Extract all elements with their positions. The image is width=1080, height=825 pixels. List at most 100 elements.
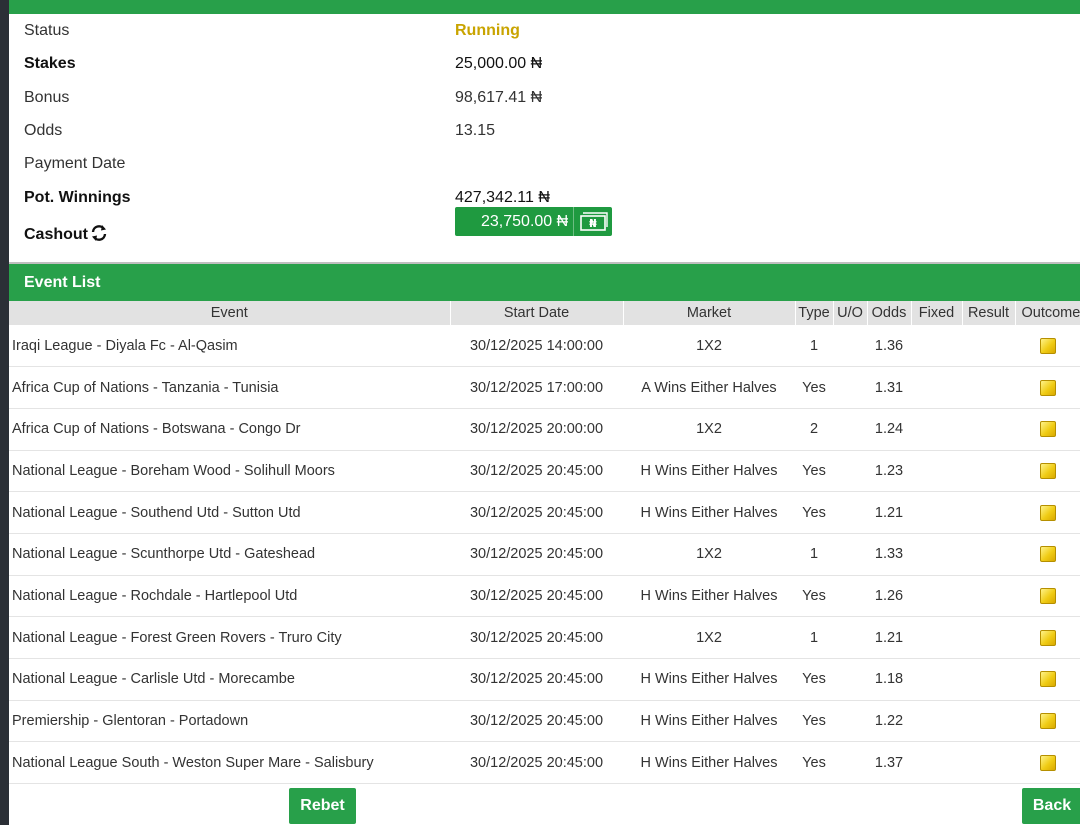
cell-market: H Wins Either Halves: [623, 575, 795, 618]
cell-uo: [833, 325, 867, 368]
pending-outcome-icon: [1039, 588, 1056, 605]
cell-type: Yes: [795, 700, 833, 743]
cell-fixed: [911, 575, 962, 618]
event-row: Africa Cup of Nations - Tanzania - Tunis…: [9, 366, 1080, 409]
event-row: Africa Cup of Nations - Botswana - Congo…: [9, 408, 1080, 451]
cell-market: H Wins Either Halves: [623, 450, 795, 493]
cell-market: A Wins Either Halves: [623, 366, 795, 409]
cell-market: 1X2: [623, 533, 795, 576]
cell-fixed: [911, 533, 962, 576]
event-row: Premiership - Glentoran - Portadown 30/12…: [9, 700, 1080, 743]
cell-result: [962, 366, 1015, 409]
cell-start-date: 30/12/2025 20:45:00: [450, 658, 623, 701]
cell-event-name: National League - Rochdale - Hartlepool …: [9, 575, 450, 618]
cell-result: [962, 575, 1015, 618]
payment-date-row: Payment Date: [9, 147, 1080, 181]
cell-start-date: 30/12/2025 20:45:00: [450, 616, 623, 659]
cell-fixed: [911, 616, 962, 659]
stakes-value: 25,000.00 ₦: [455, 55, 543, 72]
cell-event-name: Iraqi League - Diyala Fc - Al-Qasim: [9, 325, 450, 368]
cashout-button-divider: [573, 207, 574, 236]
col-header-uo: U/O: [833, 301, 868, 325]
col-header-result: Result: [962, 301, 1016, 325]
status-row: Status Running: [9, 14, 1080, 48]
cell-result: [962, 658, 1015, 701]
cell-fixed: [911, 325, 962, 368]
cell-outcome: [1015, 658, 1080, 701]
cell-uo: [833, 700, 867, 743]
cell-result: [962, 741, 1015, 785]
cell-result: [962, 450, 1015, 493]
cell-market: H Wins Either Halves: [623, 700, 795, 743]
col-header-start-date: Start Date: [450, 301, 624, 325]
pending-outcome-icon: [1039, 546, 1056, 563]
cell-start-date: 30/12/2025 17:00:00: [450, 366, 623, 409]
odds-label: Odds: [24, 122, 63, 139]
pot-winnings-value: 427,342.11 ₦: [455, 189, 550, 206]
cell-market: 1X2: [623, 616, 795, 659]
stakes-label: Stakes: [24, 55, 76, 72]
cell-outcome: [1015, 700, 1080, 743]
cell-odds: 1.21: [867, 491, 911, 534]
cell-event-name: Africa Cup of Nations - Botswana - Congo…: [9, 408, 450, 451]
bet-details-panel: Status Running Stakes 25,000.00 ₦ Bonus …: [9, 0, 1080, 825]
cell-odds: 1.24: [867, 408, 911, 451]
odds-value: 13.15: [455, 122, 496, 139]
pending-outcome-icon: [1039, 671, 1056, 688]
cell-odds: 1.23: [867, 450, 911, 493]
pending-outcome-icon: [1039, 713, 1056, 730]
cell-event-name: National League South - Weston Super Mar…: [9, 741, 450, 785]
cell-odds: 1.37: [867, 741, 911, 785]
cell-fixed: [911, 408, 962, 451]
refresh-icon[interactable]: [90, 224, 108, 242]
cell-odds: 1.21: [867, 616, 911, 659]
cell-start-date: 30/12/2025 20:45:00: [450, 491, 623, 534]
cell-type: Yes: [795, 491, 833, 534]
back-button[interactable]: Back: [1022, 788, 1080, 824]
cell-result: [962, 616, 1015, 659]
event-row: National League - Scunthorpe Utd - Gates…: [9, 533, 1080, 576]
cell-market: H Wins Either Halves: [623, 658, 795, 701]
cashout-amount: 23,750.00 ₦: [481, 212, 569, 230]
pending-outcome-icon: [1039, 421, 1056, 438]
cell-uo: [833, 533, 867, 576]
cell-start-date: 30/12/2025 20:45:00: [450, 533, 623, 576]
cashout-button[interactable]: 23,750.00 ₦ ₦: [455, 207, 612, 236]
cell-market: 1X2: [623, 325, 795, 368]
cell-event-name: Premiership - Glentoran - Portadown: [9, 700, 450, 743]
event-list-header: Event List: [9, 264, 1080, 301]
cell-outcome: [1015, 491, 1080, 534]
event-row: National League - Boreham Wood - Solihul…: [9, 450, 1080, 493]
col-header-odds: Odds: [867, 301, 912, 325]
rebet-button[interactable]: Rebet: [289, 788, 356, 824]
cell-uo: [833, 658, 867, 701]
cell-fixed: [911, 450, 962, 493]
bonus-value: 98,617.41 ₦: [455, 89, 543, 106]
cell-start-date: 30/12/2025 20:45:00: [450, 741, 623, 785]
cell-event-name: Africa Cup of Nations - Tanzania - Tunis…: [9, 366, 450, 409]
cell-type: Yes: [795, 575, 833, 618]
cell-fixed: [911, 658, 962, 701]
pending-outcome-icon: [1039, 754, 1056, 771]
pending-outcome-icon: [1039, 629, 1056, 646]
cell-uo: [833, 408, 867, 451]
cell-fixed: [911, 491, 962, 534]
bonus-label: Bonus: [24, 89, 70, 106]
cell-odds: 1.36: [867, 325, 911, 368]
stakes-row: Stakes 25,000.00 ₦: [9, 47, 1080, 81]
cell-result: [962, 325, 1015, 368]
cell-start-date: 30/12/2025 20:45:00: [450, 450, 623, 493]
cell-odds: 1.22: [867, 700, 911, 743]
cell-odds: 1.26: [867, 575, 911, 618]
cell-type: Yes: [795, 450, 833, 493]
cell-market: H Wins Either Halves: [623, 741, 795, 785]
cell-result: [962, 700, 1015, 743]
event-row: National League - Rochdale - Hartlepool …: [9, 575, 1080, 618]
status-label: Status: [24, 22, 70, 39]
pending-outcome-icon: [1039, 379, 1056, 396]
cell-outcome: [1015, 450, 1080, 493]
cell-odds: 1.18: [867, 658, 911, 701]
pot-winnings-label: Pot. Winnings: [24, 189, 131, 206]
cashout-label-group: Cashout: [24, 224, 108, 244]
bonus-row: Bonus 98,617.41 ₦: [9, 81, 1080, 115]
